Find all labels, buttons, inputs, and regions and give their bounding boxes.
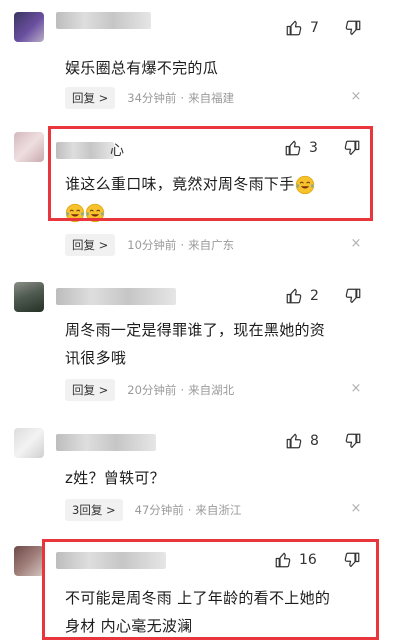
- crying-laughing-emoji-icon: [65, 203, 85, 223]
- comment-item: 2 周冬雨一定是得罪谁了，现在黑她的资 讯很多哦 回复 > 20分钟前 · 来自湖…: [0, 268, 396, 416]
- comment-text: z姓？曾轶可？: [65, 469, 165, 487]
- avatar[interactable]: [14, 546, 44, 576]
- thumbs-down-icon: [344, 432, 362, 450]
- thumbs-up-icon: [285, 432, 303, 450]
- username[interactable]: [56, 142, 114, 159]
- location: 来自广东: [188, 238, 235, 252]
- crying-laughing-emoji-icon: [295, 175, 315, 195]
- username[interactable]: [56, 434, 156, 451]
- comment-meta: 3回复 > 47分钟前 · 来自浙江: [65, 499, 241, 521]
- avatar[interactable]: [14, 132, 44, 162]
- like-button[interactable]: 16: [274, 549, 318, 571]
- meta-separator: ·: [180, 91, 185, 105]
- comment-meta: 回复 > 34分钟前 · 来自福建: [65, 87, 234, 109]
- like-button[interactable]: 8: [285, 430, 329, 452]
- crying-laughing-emoji-icon: [85, 203, 105, 223]
- like-count: 16: [299, 552, 317, 568]
- avatar[interactable]: [14, 428, 44, 458]
- close-icon[interactable]: ×: [350, 236, 362, 251]
- comment-item: 8 z姓？曾轶可？ 3回复 > 47分钟前 · 来自浙江 ×: [0, 416, 396, 532]
- like-count: 7: [310, 20, 319, 36]
- like-button[interactable]: 3: [284, 137, 328, 159]
- comment-item: 7 娱乐圈总有爆不完的瓜 回复 > 34分钟前 · 来自福建 ×: [0, 0, 396, 120]
- dislike-button[interactable]: [343, 551, 363, 571]
- avatar[interactable]: [14, 282, 44, 312]
- thumbs-down-icon: [344, 287, 362, 305]
- location: 来自湖北: [188, 383, 235, 397]
- like-count: 8: [310, 433, 319, 449]
- username[interactable]: [56, 12, 151, 29]
- comment-meta: 回复 > 20分钟前 · 来自湖北: [65, 379, 234, 401]
- username[interactable]: [56, 288, 176, 305]
- username[interactable]: [56, 552, 166, 569]
- reply-button[interactable]: 3回复 >: [65, 499, 123, 521]
- thumbs-up-icon: [285, 19, 303, 37]
- close-icon[interactable]: ×: [350, 89, 362, 104]
- thumbs-up-icon: [274, 551, 292, 569]
- thumbs-up-icon: [285, 287, 303, 305]
- location: 来自福建: [188, 91, 235, 105]
- thumbs-down-icon: [343, 139, 361, 157]
- meta-separator: ·: [180, 383, 185, 397]
- timestamp: 10分钟前: [127, 238, 177, 252]
- location: 来自浙江: [195, 503, 242, 517]
- dislike-button[interactable]: [344, 19, 364, 39]
- timestamp: 20分钟前: [127, 383, 177, 397]
- thumbs-down-icon: [344, 19, 362, 37]
- reply-button[interactable]: 回复 >: [65, 87, 116, 109]
- comment-text: 谁这么重口味，竟然对周冬雨下手: [65, 170, 365, 226]
- like-count: 2: [310, 288, 319, 304]
- reply-button[interactable]: 回复 >: [65, 379, 116, 401]
- username-tail: 心: [110, 143, 124, 159]
- thumbs-down-icon: [343, 551, 361, 569]
- close-icon[interactable]: ×: [350, 381, 362, 396]
- dislike-button[interactable]: [344, 432, 364, 452]
- comment-text: 娱乐圈总有爆不完的瓜: [65, 59, 219, 77]
- like-count: 3: [309, 140, 318, 156]
- dislike-button[interactable]: [344, 287, 364, 307]
- meta-separator: ·: [180, 238, 185, 252]
- dislike-button[interactable]: [343, 139, 363, 159]
- like-button[interactable]: 2: [285, 285, 329, 307]
- comment-item: 心 3 谁这么重口味，竟然对周冬雨下手 回复 > 10分钟前 · 来自广东 ×: [0, 120, 396, 268]
- timestamp: 47分钟前: [134, 503, 184, 517]
- comment-meta: 回复 > 10分钟前 · 来自广东: [65, 234, 234, 256]
- comment-text: 周冬雨一定是得罪谁了，现在黑她的资 讯很多哦: [65, 321, 326, 367]
- reply-button[interactable]: 回复 >: [65, 234, 116, 256]
- meta-separator: ·: [187, 503, 192, 517]
- like-button[interactable]: 7: [285, 17, 329, 39]
- avatar[interactable]: [14, 12, 44, 42]
- close-icon[interactable]: ×: [350, 501, 362, 516]
- thumbs-up-icon: [284, 139, 302, 157]
- comment-text: 不可能是周冬雨 上了年龄的看不上她的 身材 内心毫无波澜: [65, 589, 331, 635]
- comment-item: 16 不可能是周冬雨 上了年龄的看不上她的 身材 内心毫无波澜: [0, 532, 396, 640]
- timestamp: 34分钟前: [127, 91, 177, 105]
